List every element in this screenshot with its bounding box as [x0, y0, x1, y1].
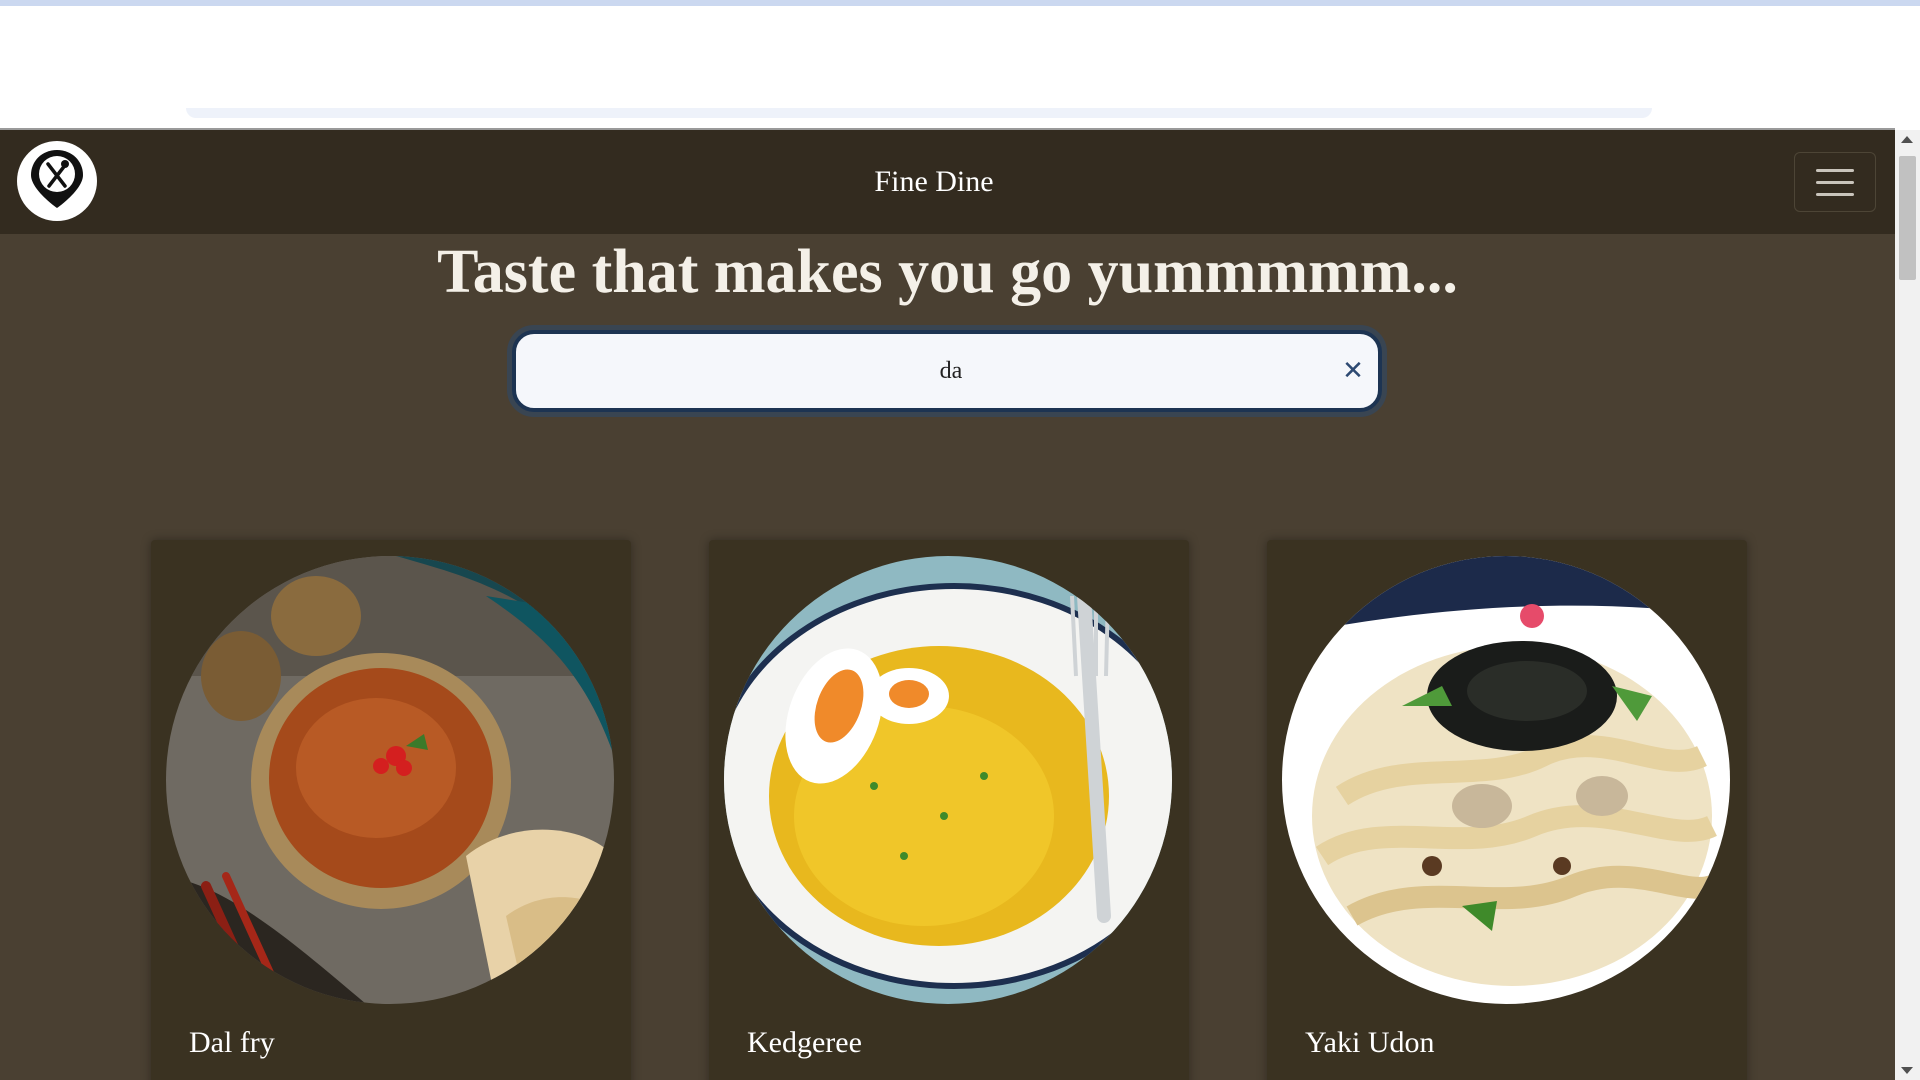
page-viewport: Fine Dine Taste that makes you go yummmm…	[0, 130, 1895, 1080]
recipe-card[interactable]: Dal fry	[151, 540, 631, 1080]
recipe-image[interactable]	[724, 556, 1172, 1004]
search-box: ✕	[512, 330, 1382, 412]
recipe-title[interactable]: Kedgeree	[747, 1026, 862, 1060]
close-icon[interactable]: ✕	[1336, 354, 1370, 388]
recipe-card[interactable]: Yaki Udon	[1267, 540, 1747, 1080]
yaki-udon-plate-image	[1282, 556, 1730, 1004]
page-headline: Taste that makes you go yummmmm...	[437, 238, 1458, 306]
recipe-card[interactable]: Kedgeree	[709, 540, 1189, 1080]
scrollbar-thumb[interactable]	[1899, 156, 1916, 280]
navbar: Fine Dine	[0, 130, 1895, 234]
brand-title[interactable]: Fine Dine	[0, 130, 1868, 234]
scroll-up-arrow-icon[interactable]	[1901, 136, 1913, 143]
recipe-title[interactable]: Yaki Udon	[1305, 1026, 1434, 1060]
recipe-image[interactable]	[1282, 556, 1730, 1004]
hamburger-icon-bar	[1816, 180, 1854, 184]
browser-address-bar-edge	[186, 108, 1652, 118]
recipe-image[interactable]	[166, 556, 614, 1004]
menu-toggle-button[interactable]	[1794, 152, 1876, 212]
page-scrollbar[interactable]	[1895, 130, 1920, 1080]
hamburger-icon	[1816, 168, 1854, 172]
recipe-title[interactable]: Dal fry	[189, 1026, 275, 1060]
kedgeree-plate-image	[724, 556, 1172, 1004]
scroll-down-arrow-icon[interactable]	[1901, 1067, 1913, 1074]
search-input[interactable]	[536, 334, 1316, 408]
hamburger-icon-bar	[1816, 192, 1854, 196]
dal-fry-bowl-image	[166, 556, 614, 1004]
